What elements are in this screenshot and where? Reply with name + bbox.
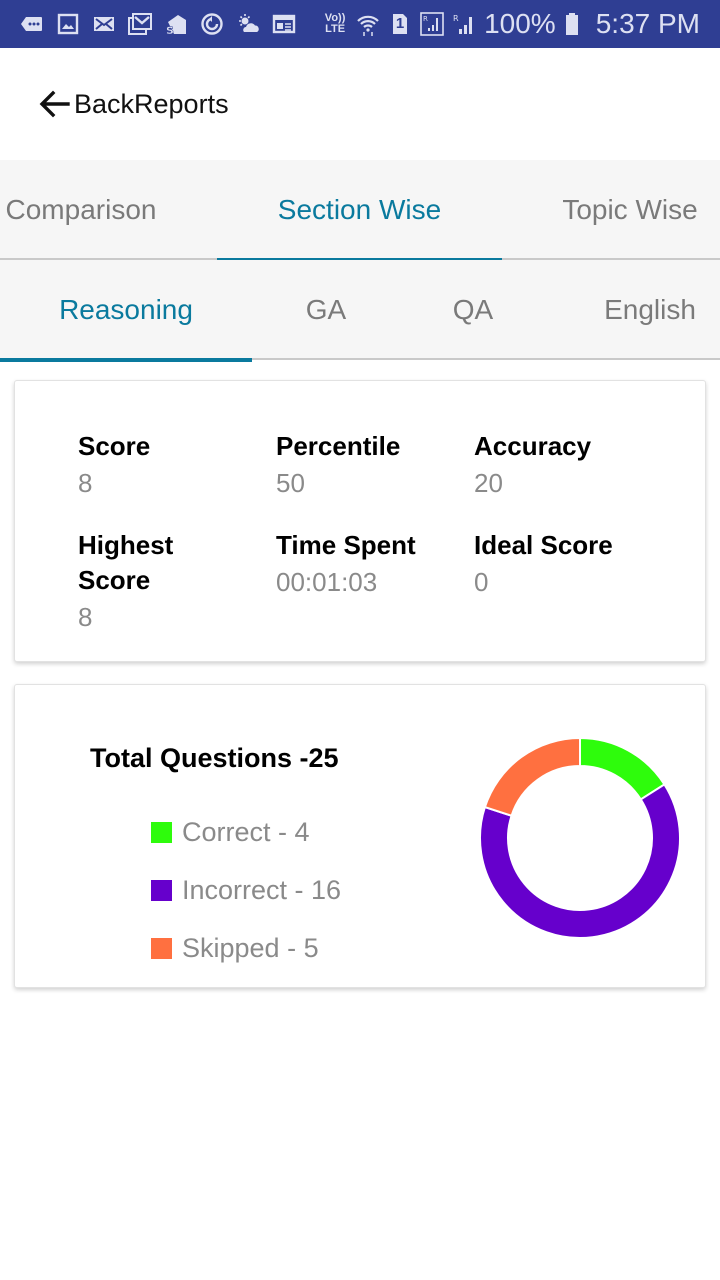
stat-accuracy: Accuracy 20 <box>474 429 591 501</box>
legend-swatch-correct <box>151 821 172 843</box>
stat-value: 20 <box>474 468 503 498</box>
notification-icons: s <box>20 12 296 36</box>
svg-text:s: s <box>166 23 174 36</box>
tab-comparison[interactable]: Comparison <box>0 160 182 260</box>
stat-percentile: Percentile 50 <box>276 429 400 501</box>
stat-time-spent: Time Spent 00:01:03 <box>276 528 416 600</box>
stat-highest-score: Highest Score 8 <box>78 528 198 635</box>
status-bar: s Vo)) LTE 1 R R 100% 5:37 PM <box>0 0 720 48</box>
legend-swatch-skipped <box>151 937 172 959</box>
active-subtab-indicator <box>0 358 252 362</box>
stat-label: Ideal Score <box>474 530 613 560</box>
tab-reasoning-label: Reasoning <box>59 294 193 325</box>
legend-label-skipped: Skipped - 5 <box>182 932 319 963</box>
stats-card: Score 8 Percentile 50 Accuracy 20 Highes… <box>14 380 706 662</box>
tab-section-wise[interactable]: Section Wise <box>217 160 502 262</box>
legend-item-incorrect: Incorrect - 16 <box>151 861 341 919</box>
legend-item-skipped: Skipped - 5 <box>151 919 341 977</box>
donut-slice-correct <box>579 736 666 801</box>
clock: 5:37 PM <box>595 8 700 39</box>
page-title: BackReports <box>74 88 229 119</box>
chart-legend: Correct - 4 Incorrect - 16 Skipped - 5 <box>151 803 341 977</box>
stat-label: Percentile <box>276 431 401 461</box>
stat-label: Highest Score <box>78 530 174 595</box>
stat-score: Score 8 <box>78 429 150 501</box>
arrow-back-icon <box>39 90 70 118</box>
stat-label: Accuracy <box>474 431 592 461</box>
donut-slice-skipped <box>483 736 581 818</box>
volte-bottom-text: LTE <box>325 23 346 35</box>
section-tabs: Reasoning GA QA English <box>0 260 720 362</box>
tab-section-wise-label: Section Wise <box>277 194 442 225</box>
stat-value: 0 <box>474 567 489 597</box>
app-s-icon: s <box>164 12 188 36</box>
system-indicators: Vo)) LTE 1 R R 100% 5:37 PM <box>322 8 700 40</box>
wifi-icon <box>356 12 380 36</box>
stat-value: 8 <box>78 602 93 632</box>
total-questions-title: Total Questions -25 <box>90 743 339 773</box>
legend-item-correct: Correct - 4 <box>151 803 341 861</box>
stat-value: 00:01:03 <box>276 567 378 597</box>
gmail-icon <box>128 12 152 36</box>
tab-english-label: English <box>604 294 696 325</box>
stat-label: Score <box>78 431 151 461</box>
svg-text:R: R <box>423 15 428 23</box>
volte-indicator: Vo)) LTE <box>322 13 348 35</box>
tab-ga-label: GA <box>305 294 347 325</box>
legend-label-incorrect: Incorrect - 16 <box>182 874 342 905</box>
back-button[interactable]: BackReports <box>36 86 229 122</box>
battery-percent: 100% <box>484 8 556 39</box>
svg-text:R: R <box>453 14 459 23</box>
tab-topic-wise-label: Topic Wise <box>562 194 698 225</box>
tab-comparison-label: Comparison <box>5 194 157 225</box>
tab-qa[interactable]: QA <box>400 260 546 360</box>
tab-reasoning[interactable]: Reasoning <box>0 260 252 362</box>
legend-swatch-incorrect <box>151 879 172 901</box>
app-header: BackReports <box>0 48 720 160</box>
sim-number: 1 <box>395 15 405 32</box>
battery-icon <box>564 12 580 36</box>
stat-value: 50 <box>276 468 305 498</box>
tab-english[interactable]: English <box>580 260 720 360</box>
tab-qa-label: QA <box>452 294 494 325</box>
sync-icon <box>200 12 224 36</box>
donut-chart <box>479 736 681 939</box>
tab-topic-wise[interactable]: Topic Wise <box>540 160 720 260</box>
mail-icon <box>92 12 116 36</box>
stat-value: 8 <box>78 468 93 498</box>
news-icon <box>272 12 296 36</box>
question-summary-card: Total Questions -25 Correct - 4 Incorrec… <box>14 684 706 988</box>
stat-ideal-score: Ideal Score 0 <box>474 528 613 600</box>
weather-icon <box>236 12 260 36</box>
sim-icon: 1 <box>388 12 412 36</box>
tab-ga[interactable]: GA <box>252 260 400 360</box>
legend-label-correct: Correct - 4 <box>182 816 310 847</box>
gallery-icon <box>56 12 80 36</box>
messages-icon <box>20 12 44 36</box>
stat-label: Time Spent <box>276 530 416 560</box>
signal-roaming-boxed-icon: R <box>420 12 444 36</box>
signal-roaming-icon: R <box>452 12 476 36</box>
report-type-tabs: Comparison Section Wise Topic Wise <box>0 160 720 262</box>
